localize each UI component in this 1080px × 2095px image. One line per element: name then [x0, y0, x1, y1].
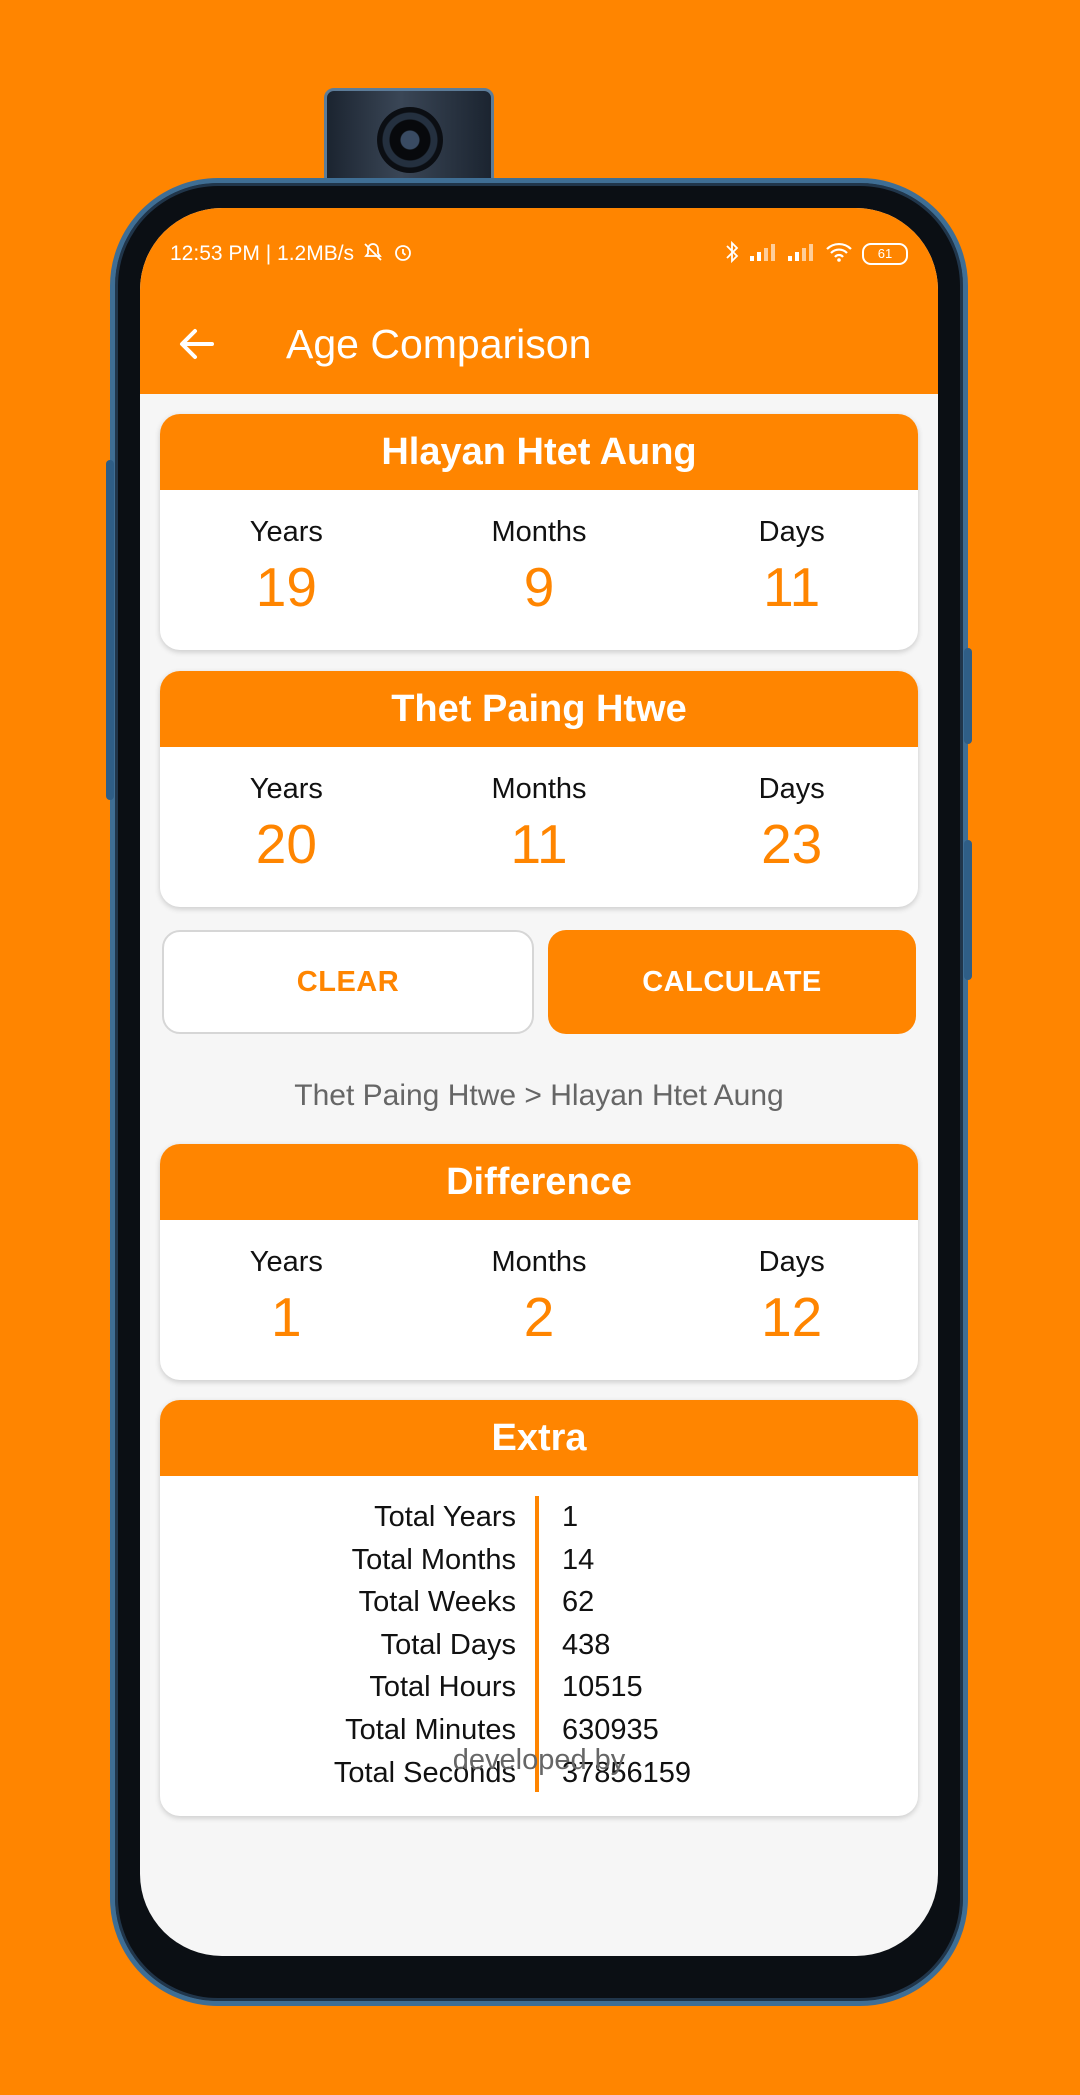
- bluetooth-icon: [724, 240, 740, 268]
- months-label: Months: [491, 773, 587, 805]
- days-value: 23: [761, 813, 823, 875]
- years-label: Years: [249, 516, 323, 548]
- power-button: [964, 648, 972, 744]
- months-column: Months 2: [413, 1220, 666, 1380]
- arrow-left-icon: [180, 329, 214, 359]
- days-value: 11: [763, 556, 821, 618]
- status-left: 12:53 PM | 1.2MB/s: [170, 241, 414, 267]
- extra-title: Extra: [160, 1400, 918, 1476]
- wifi-icon: [824, 241, 854, 267]
- popup-camera: [324, 88, 494, 188]
- difference-title: Difference: [160, 1144, 918, 1220]
- person2-age: Years 20 Months 11 Days 23: [160, 747, 918, 907]
- camera-lens: [377, 107, 443, 173]
- days-label: Days: [758, 516, 825, 548]
- toolbar: Age Comparison: [140, 304, 938, 384]
- extra-label: Total Hours: [369, 1671, 516, 1704]
- months-value: 2: [523, 1286, 555, 1348]
- months-label: Months: [491, 516, 587, 548]
- extra-label: Total Years: [374, 1501, 516, 1533]
- years-value: 19: [255, 556, 317, 618]
- extra-label: Total Months: [351, 1543, 516, 1576]
- app-screen: 12:53 PM | 1.2MB/s 61 Age Comparison Hla…: [140, 208, 938, 1956]
- person1-name: Hlayan Htet Aung: [160, 414, 918, 490]
- calculate-button[interactable]: CALCULATE: [548, 930, 916, 1034]
- extra-label: Total Weeks: [358, 1586, 516, 1619]
- extra-value: 14: [562, 1543, 595, 1576]
- signal-icon-2: [786, 241, 816, 267]
- years-column: Years 19: [160, 490, 413, 650]
- years-label: Years: [249, 1246, 323, 1278]
- signal-icon: [748, 241, 778, 267]
- person1-age: Years 19 Months 9 Days 11: [160, 490, 918, 650]
- months-value: 11: [510, 813, 568, 875]
- page-title: Age Comparison: [286, 320, 592, 367]
- days-label: Days: [758, 1246, 825, 1278]
- status-time: 12:53 PM | 1.2MB/s: [170, 242, 355, 265]
- days-label: Days: [758, 773, 825, 805]
- alarm-icon: [392, 241, 414, 267]
- extra-value: 1: [562, 1501, 579, 1533]
- extra-value: 10515: [562, 1671, 643, 1704]
- extra-label: Total Days: [380, 1628, 516, 1661]
- years-value: 1: [271, 1286, 302, 1348]
- extra-value: 438: [562, 1628, 611, 1661]
- months-label: Months: [491, 1246, 587, 1278]
- years-column: Years 20: [160, 747, 413, 907]
- back-button[interactable]: [162, 309, 232, 379]
- status-bar: 12:53 PM | 1.2MB/s 61: [170, 236, 908, 272]
- status-right: 61: [724, 240, 908, 268]
- comparison-result: Thet Paing Htwe > Hlayan Htet Aung: [294, 1079, 784, 1112]
- months-column: Months 9: [413, 490, 666, 650]
- extra-value: 62: [562, 1586, 595, 1619]
- days-column: Days 23: [665, 747, 918, 907]
- clear-button[interactable]: CLEAR: [162, 930, 534, 1034]
- days-column: Days 11: [665, 490, 918, 650]
- person2-name: Thet Paing Htwe: [160, 671, 918, 747]
- years-column: Years 1: [160, 1220, 413, 1380]
- person1-card[interactable]: Hlayan Htet Aung Years 19 Months 9 Days …: [160, 414, 918, 650]
- difference-card: Difference Years 1 Months 2 Days 12: [160, 1144, 918, 1380]
- days-value: 12: [761, 1286, 823, 1348]
- app-bar: 12:53 PM | 1.2MB/s 61 Age Comparison: [140, 208, 938, 394]
- days-column: Days 12: [665, 1220, 918, 1380]
- volume-button: [106, 460, 114, 800]
- bell-off-icon: [362, 241, 384, 267]
- months-value: 9: [523, 556, 555, 618]
- side-button: [964, 840, 972, 980]
- developed-by-text: developed by: [452, 1744, 626, 1776]
- years-label: Years: [249, 773, 323, 805]
- battery-indicator: 61: [862, 243, 908, 265]
- action-buttons: CLEAR CALCULATE: [162, 930, 916, 1034]
- years-value: 20: [255, 813, 317, 875]
- difference-values: Years 1 Months 2 Days 12: [160, 1220, 918, 1380]
- months-column: Months 11: [413, 747, 666, 907]
- person2-card[interactable]: Thet Paing Htwe Years 20 Months 11 Days …: [160, 671, 918, 907]
